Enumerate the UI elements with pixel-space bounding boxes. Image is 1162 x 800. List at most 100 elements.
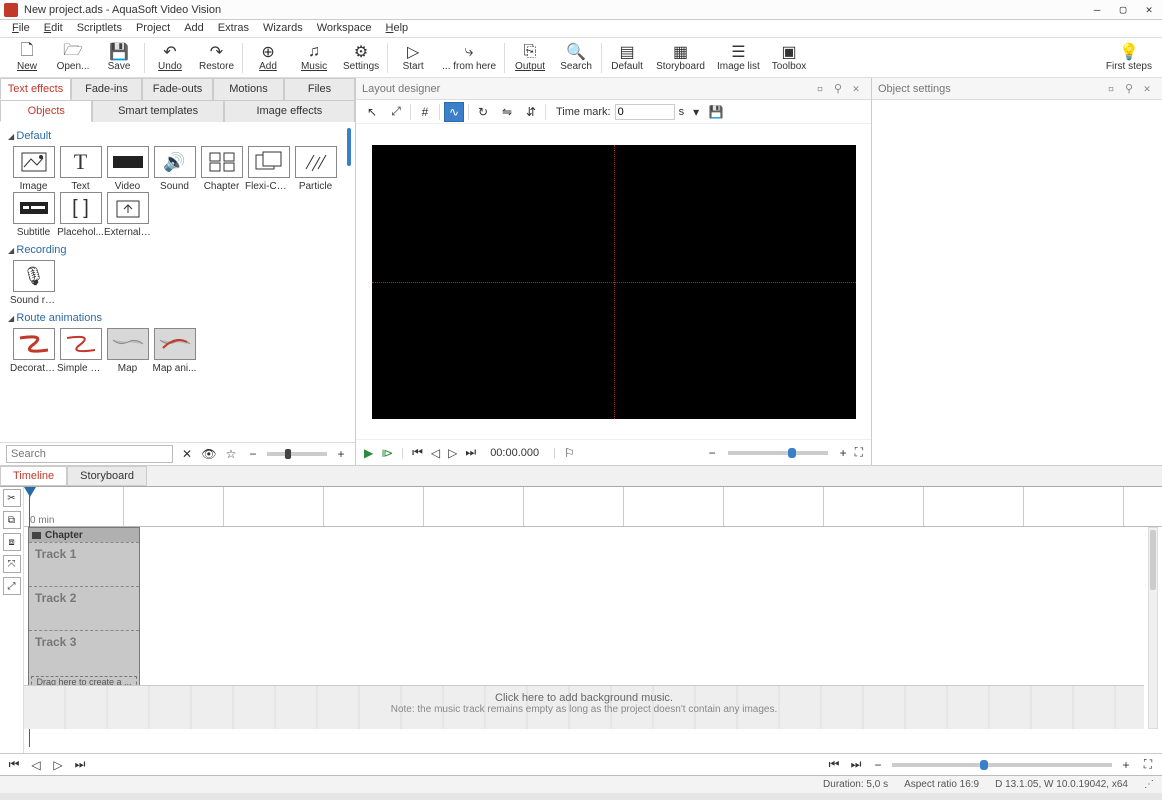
music-button[interactable]: ♫Music (293, 41, 335, 74)
tl-group-icon[interactable]: ⧉ (3, 511, 21, 529)
tab-image-effects[interactable]: Image effects (224, 100, 355, 122)
item-video[interactable]: Video (104, 146, 151, 192)
os-popout-icon[interactable]: ▫ (1102, 82, 1120, 95)
volume-slider[interactable] (728, 451, 828, 455)
tl-cut-icon[interactable]: ✂ (3, 489, 21, 507)
open-button[interactable]: 🗁Open... (52, 41, 94, 74)
item-decorate[interactable]: Decorate... (10, 328, 57, 374)
fullscreen-icon[interactable]: ⛶ (855, 445, 863, 460)
panel-popout-icon[interactable]: ▫ (811, 82, 829, 95)
tab-smart-templates[interactable]: Smart templates (92, 100, 223, 122)
track-3[interactable]: Track 3 (29, 630, 139, 674)
item-external[interactable]: External ... (104, 192, 151, 238)
item-map[interactable]: Map (104, 328, 151, 374)
rotate-icon[interactable]: ↻ (473, 102, 493, 122)
tl-zoom-icon[interactable]: ⤢ (3, 577, 21, 595)
timeline-vscroll[interactable] (1148, 527, 1158, 729)
foot-prev-icon[interactable]: ◁ (28, 758, 44, 772)
timeline-area[interactable]: 0 min Chapter Track 1 Track 2 Track 3 Dr… (24, 487, 1162, 753)
item-sound-recording[interactable]: 🎙Sound re... (10, 260, 57, 306)
close-button[interactable]: ✕ (1136, 0, 1162, 20)
menu-edit[interactable]: Edit (38, 20, 69, 37)
item-subtitle[interactable]: Subtitle (10, 192, 57, 238)
next-track-icon[interactable]: ⏭ (465, 445, 476, 460)
grid-icon[interactable]: # (415, 102, 435, 122)
play-from-icon[interactable]: ⧐ (381, 446, 393, 460)
toolbox-button[interactable]: ▣Toolbox (768, 41, 810, 74)
default-button[interactable]: ▤Default (606, 41, 648, 74)
item-placeholder[interactable]: [ ]Placehol... (57, 192, 104, 238)
tab-storyboard[interactable]: Storyboard (67, 466, 147, 486)
save-button[interactable]: 💾Save (98, 41, 140, 74)
foot-next-icon[interactable]: ▷ (50, 758, 66, 772)
search-input[interactable] (6, 445, 173, 463)
flip-icon[interactable]: ⇋ (497, 102, 517, 122)
start-button[interactable]: ▷Start (392, 41, 434, 74)
save-pos-icon[interactable]: 💾 (708, 105, 724, 119)
output-button[interactable]: ⎘Output (509, 41, 551, 74)
imagelist-button[interactable]: ☰Image list (713, 41, 764, 74)
fit-tl-icon[interactable]: ⛶ (1140, 757, 1156, 772)
foot-skip-prev-icon[interactable]: ⏮ (826, 757, 842, 772)
menu-add[interactable]: Add (178, 20, 210, 37)
item-flexicoll[interactable]: Flexi-Coll... (245, 146, 292, 192)
tab-fade-ins[interactable]: Fade-ins (71, 78, 142, 100)
new-button[interactable]: 🗋New (6, 41, 48, 74)
settings-button[interactable]: ⚙Settings (339, 41, 383, 74)
vol-down-icon[interactable]: − (709, 446, 716, 460)
tab-timeline[interactable]: Timeline (0, 466, 67, 486)
storyboard-button[interactable]: ▦Storyboard (652, 41, 709, 74)
item-image[interactable]: Image (10, 146, 57, 192)
mirror-icon[interactable]: ⇵ (521, 102, 541, 122)
undo-button[interactable]: ↶Undo (149, 41, 191, 74)
menu-wizards[interactable]: Wizards (257, 20, 309, 37)
preview-canvas[interactable] (372, 145, 856, 419)
group-default[interactable]: Default (8, 130, 349, 142)
maximize-button[interactable]: ▢ (1110, 0, 1136, 20)
chapter-collapse-icon[interactable] (32, 532, 41, 539)
select-mode-icon[interactable]: ↖ (362, 102, 382, 122)
resize-grip-icon[interactable]: ⋰ (1144, 779, 1154, 790)
vol-up-icon[interactable]: + (840, 446, 847, 460)
item-simple-path[interactable]: Simple p... (57, 328, 104, 374)
music-track[interactable]: Click here to add background music. Note… (24, 685, 1144, 729)
next-frame-icon[interactable]: ▷ (448, 446, 457, 460)
panel-pin-icon[interactable]: ⚲ (829, 82, 847, 95)
firststeps-button[interactable]: 💡First steps (1102, 41, 1156, 74)
clear-search-icon[interactable]: ✕ (179, 447, 195, 461)
zoom-in-tl-icon[interactable]: + (1118, 758, 1134, 772)
track-2[interactable]: Track 2 (29, 586, 139, 630)
timemark-input[interactable] (615, 104, 675, 120)
foot-skip-next-icon[interactable]: ⏭ (848, 757, 864, 772)
foot-first-icon[interactable]: ⏮ (6, 757, 22, 772)
tab-files[interactable]: Files (284, 78, 355, 100)
zoom-out-icon[interactable]: − (245, 447, 261, 461)
tab-objects[interactable]: Objects (0, 100, 92, 122)
os-pin-icon[interactable]: ⚲ (1120, 82, 1138, 95)
zoom-in-icon[interactable]: + (333, 447, 349, 461)
play-icon[interactable]: ▶ (364, 446, 373, 460)
menu-extras[interactable]: Extras (212, 20, 255, 37)
menu-file[interactable]: File (6, 20, 36, 37)
eye-icon[interactable]: 👁 (201, 447, 217, 461)
tab-text-effects[interactable]: Text effects (0, 78, 71, 100)
add-button[interactable]: ⊕Add (247, 41, 289, 74)
star-icon[interactable]: ☆ (223, 447, 239, 461)
resize-mode-icon[interactable]: ⤢ (386, 102, 406, 122)
snap-icon[interactable]: ∿ (444, 102, 464, 122)
item-sound[interactable]: 🔊Sound (151, 146, 198, 192)
group-route[interactable]: Route animations (8, 312, 349, 324)
timeline-ruler[interactable]: 0 min (24, 487, 1162, 527)
prev-track-icon[interactable]: ⏮ (412, 445, 423, 460)
timeline-zoom-slider[interactable] (892, 763, 1112, 767)
foot-last-icon[interactable]: ⏭ (72, 757, 88, 772)
group-recording[interactable]: Recording (8, 244, 349, 256)
tab-fade-outs[interactable]: Fade-outs (142, 78, 213, 100)
search-button[interactable]: 🔍Search (555, 41, 597, 74)
minimize-button[interactable]: — (1084, 0, 1110, 20)
item-chapter[interactable]: Chapter (198, 146, 245, 192)
tl-fit-icon[interactable]: ⤧ (3, 555, 21, 573)
zoom-slider[interactable] (267, 452, 327, 456)
item-map-ani[interactable]: Map ani... (151, 328, 198, 374)
tl-ungroup-icon[interactable]: ⧈ (3, 533, 21, 551)
